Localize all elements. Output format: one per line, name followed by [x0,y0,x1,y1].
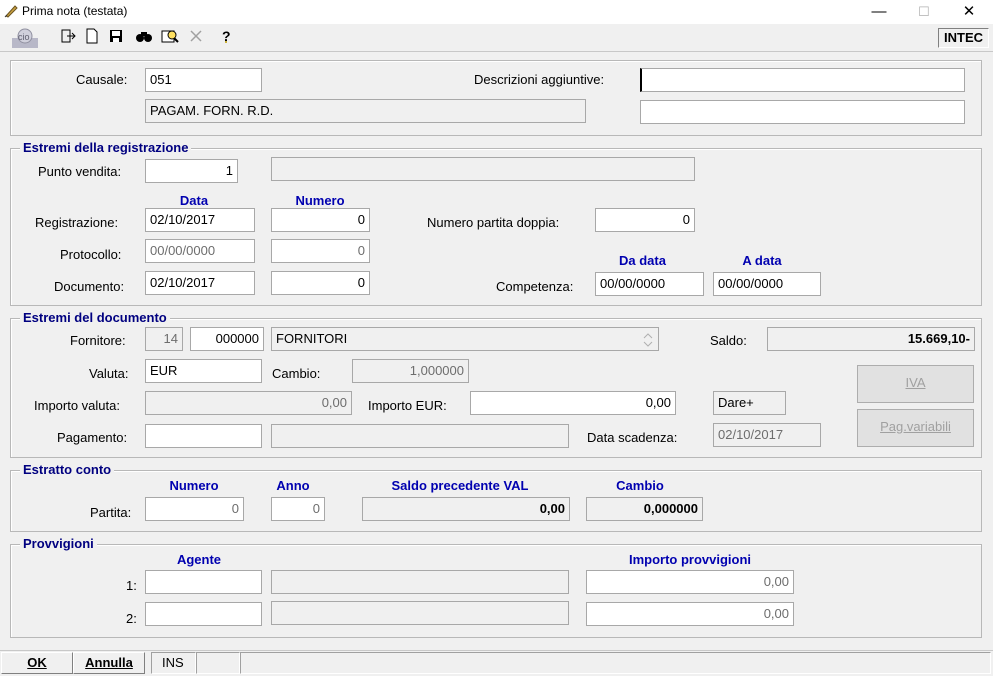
causale-label: Causale: [76,72,128,87]
agente-2-input[interactable] [145,602,262,626]
protocollo-label: Protocollo: [60,247,122,262]
punto-vendita-description [271,157,695,181]
col-da-data-header: Da data [619,253,666,268]
importo-provvigioni-2-input[interactable]: 0,00 [586,602,794,626]
scadenza-label: Data scadenza: [587,430,678,445]
valuta-input[interactable]: EUR [145,359,262,383]
descrizione-1-input[interactable] [640,68,965,92]
save-icon[interactable] [106,28,126,48]
logo-icon: cio [10,26,40,50]
partita-anno-input[interactable]: 0 [271,497,325,521]
descrizioni-label: Descrizioni aggiuntive: [474,72,605,87]
pag-variabili-button[interactable]: Pag.variabili [857,409,974,447]
registrazione-data-input[interactable]: 02/10/2017 [145,208,255,232]
scadenza-value: 02/10/2017 [713,423,821,447]
competenza-a-input[interactable]: 00/00/0000 [713,272,821,296]
estratto-col-numero: Numero [169,478,219,493]
provvigioni-row-1-label: 1: [126,578,137,593]
help-icon[interactable]: ? [216,28,236,48]
ok-button[interactable]: OK [1,652,73,674]
fornitore-code-1: 14 [145,327,183,351]
svg-text:cio: cio [18,32,30,42]
documento-numero-input[interactable]: 0 [271,271,370,295]
protocollo-data-input[interactable]: 00/00/0000 [145,239,255,263]
importo-provvigioni-1-input[interactable]: 0,00 [586,570,794,594]
causale-description: PAGAM. FORN. R.D. [145,99,586,123]
estratto-col-saldo-prec: Saldo precedente VAL [391,478,529,493]
pagamento-input[interactable] [145,424,262,448]
brand-label: INTEC [938,28,989,48]
documento-label: Documento: [54,279,125,294]
pagamento-label: Pagamento: [57,430,128,445]
title-bar: Prima nota (testata) — ☐ ✕ [0,0,993,24]
app-icon [4,4,18,18]
estratto-cambio-value: 0,000000 [586,497,703,521]
agente-2-description [271,601,569,625]
estratto-title: Estratto conto [20,462,115,477]
causale-input[interactable]: 051 [145,68,262,92]
fornitore-name: FORNITORI [271,327,659,351]
find-icon[interactable] [134,28,154,48]
insert-mode-indicator: INS [151,652,196,674]
importo-valuta-label: Importo valuta: [34,398,120,413]
registrazione-label: Registrazione: [35,215,119,230]
cambio-label: Cambio: [272,366,321,381]
cambio-value: 1,000000 [352,359,469,383]
estratto-col-anno: Anno [276,478,310,493]
punto-vendita-label: Punto vendita: [38,164,122,179]
agente-1-description [271,570,569,594]
col-agente-header: Agente [176,552,222,567]
provvigioni-title: Provvigioni [20,536,97,551]
delete-icon[interactable] [186,28,206,48]
annulla-button[interactable]: Annulla [73,652,145,674]
agente-1-input[interactable] [145,570,262,594]
col-importo-provvigioni-header: Importo provvigioni [628,552,752,567]
protocollo-numero-input[interactable]: 0 [271,239,370,263]
pagamento-description [271,424,569,448]
saldo-value: 15.669,10- [767,327,975,351]
partita-doppia-input[interactable]: 0 [595,208,695,232]
registrazione-numero-input[interactable]: 0 [271,208,370,232]
valuta-label: Valuta: [89,366,129,381]
close-button[interactable]: ✕ [946,0,992,24]
status-panel [196,652,240,674]
registrazione-title: Estremi della registrazione [20,140,192,155]
saldo-label: Saldo: [710,333,747,348]
importo-eur-input[interactable]: 0,00 [470,391,676,415]
documento-data-input[interactable]: 02/10/2017 [145,271,255,295]
maximize-button[interactable]: ☐ [901,0,947,24]
exit-icon[interactable] [58,28,78,48]
col-a-data-header: A data [742,253,782,268]
fornitore-spinner-icon[interactable] [641,331,655,349]
window-title: Prima nota (testata) [22,4,128,18]
partita-numero-input[interactable]: 0 [145,497,244,521]
punto-vendita-input[interactable]: 1 [145,159,238,183]
preview-icon[interactable] [160,28,180,48]
partita-doppia-label: Numero partita doppia: [427,215,560,230]
minimize-button[interactable]: — [856,0,902,24]
fornitore-code-2-input[interactable]: 000000 [190,327,264,351]
partita-label: Partita: [90,505,132,520]
col-numero-header: Numero [295,193,345,208]
competenza-label: Competenza: [496,279,574,294]
competenza-da-input[interactable]: 00/00/0000 [595,272,704,296]
col-data-header: Data [179,193,209,208]
importo-eur-label: Importo EUR: [368,398,447,413]
estratto-col-cambio: Cambio [616,478,664,493]
provvigioni-row-2-label: 2: [126,611,137,626]
new-document-icon[interactable] [82,28,102,48]
documento-title: Estremi del documento [20,310,170,325]
importo-valuta-value: 0,00 [145,391,352,415]
status-panel-fill [240,652,991,674]
saldo-precedente-value: 0,00 [362,497,570,521]
toolbar: cio ? INTEC [0,24,993,52]
fornitore-label: Fornitore: [70,333,126,348]
descrizione-2-input[interactable] [640,100,965,124]
iva-button[interactable]: IVA [857,365,974,403]
dare-indicator: Dare+ [713,391,786,415]
